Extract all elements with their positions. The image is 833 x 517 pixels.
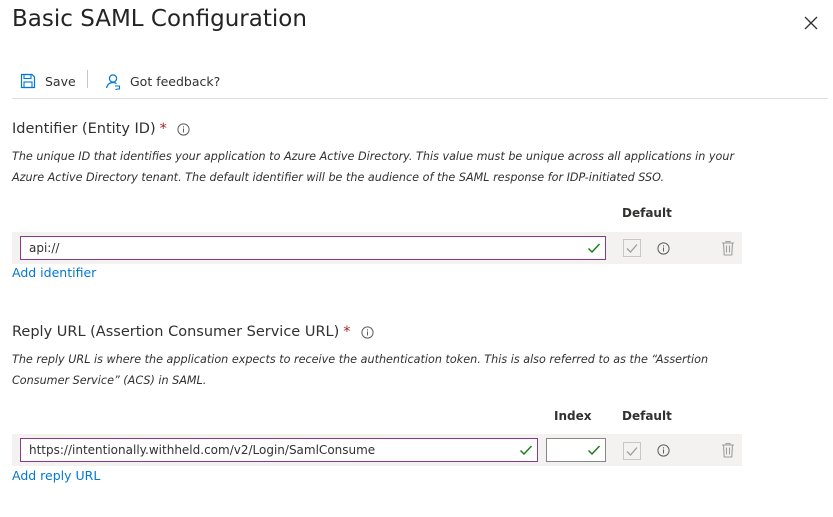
identifier-description: The unique ID that identifies your appli…	[12, 146, 752, 188]
identifier-default-header: Default	[622, 206, 672, 220]
checkmark-icon	[626, 244, 638, 253]
reply-url-index-input[interactable]	[546, 438, 606, 462]
save-button[interactable]: Save	[20, 70, 76, 92]
delete-icon[interactable]	[721, 240, 735, 256]
close-button[interactable]	[800, 12, 822, 34]
reply-url-default-header: Default	[622, 409, 672, 423]
add-identifier-link[interactable]: Add identifier	[12, 265, 96, 280]
reply-url-input[interactable]: https://intentionally.withheld.com/v2/Lo…	[20, 438, 538, 462]
reply-url-description-line2: Consumer Service” (ACS) in SAML.	[12, 374, 207, 387]
required-marker: *	[343, 324, 351, 340]
reply-url-label-text: Reply URL (Assertion Consumer Service UR…	[12, 324, 340, 340]
identifier-description-line2: Azure Active Directory tenant. The defau…	[12, 171, 665, 184]
info-icon[interactable]	[657, 242, 670, 255]
info-icon[interactable]	[360, 325, 374, 339]
save-label: Save	[45, 73, 76, 89]
command-bar: Save Got feedback?	[12, 66, 828, 99]
identifier-description-line1: The unique ID that identifies your appli…	[12, 150, 735, 163]
add-reply-url-link[interactable]: Add reply URL	[12, 468, 100, 483]
save-icon	[20, 73, 36, 89]
reply-url-description-line1: The reply URL is where the application e…	[12, 353, 709, 366]
identifier-default-checkbox[interactable]	[623, 239, 641, 257]
identifier-input[interactable]: api://	[20, 236, 606, 260]
reply-url-default-checkbox[interactable]	[623, 442, 641, 460]
reply-url-value: https://intentionally.withheld.com/v2/Lo…	[29, 443, 376, 457]
page-title: Basic SAML Configuration	[12, 6, 307, 32]
required-marker: *	[159, 121, 167, 137]
valid-check-icon	[520, 445, 533, 456]
identifier-label: Identifier (Entity ID) *	[12, 121, 190, 137]
delete-icon[interactable]	[721, 442, 735, 458]
reply-url-description: The reply URL is where the application e…	[12, 349, 752, 391]
feedback-label: Got feedback?	[130, 73, 221, 89]
feedback-icon	[105, 73, 121, 90]
toolbar-divider	[87, 70, 88, 88]
info-icon[interactable]	[177, 122, 190, 136]
close-icon	[804, 16, 818, 30]
reply-url-label: Reply URL (Assertion Consumer Service UR…	[12, 324, 374, 340]
info-icon[interactable]	[657, 444, 670, 457]
feedback-button[interactable]: Got feedback?	[104, 70, 220, 92]
identifier-label-text: Identifier (Entity ID)	[12, 121, 156, 137]
valid-check-icon	[588, 243, 601, 254]
identifier-value: api://	[29, 241, 60, 255]
reply-url-index-header: Index	[554, 409, 592, 423]
checkmark-icon	[626, 447, 638, 456]
valid-check-icon	[588, 445, 601, 456]
